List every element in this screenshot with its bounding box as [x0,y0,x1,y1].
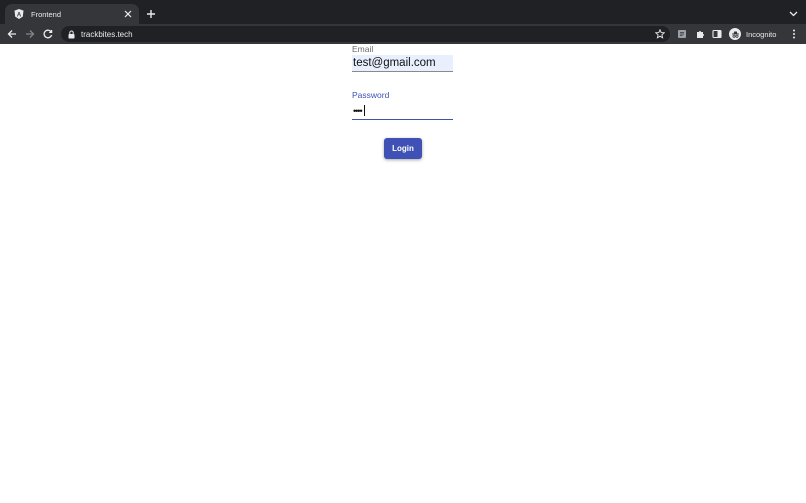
url-text: trackbites.tech [81,29,133,39]
extension-notes-icon[interactable] [675,27,689,41]
password-label: Password [352,90,390,100]
incognito-profile-button[interactable]: Incognito [729,27,776,41]
incognito-avatar-icon [729,28,741,40]
password-value: •••• [353,105,363,116]
forward-arrow-icon[interactable] [23,27,37,41]
tab-search-chevron-down-icon[interactable] [786,7,800,21]
address-bar[interactable]: trackbites.tech [61,26,670,42]
bookmark-star-icon[interactable] [654,28,666,40]
lock-icon[interactable] [67,30,75,39]
angular-favicon-icon: A [13,8,25,20]
password-input[interactable]: •••• [352,102,453,120]
new-tab-icon[interactable] [144,7,158,21]
back-arrow-icon[interactable] [5,27,19,41]
tab-title: Frontend [31,9,62,19]
svg-text:A: A [17,12,22,18]
reload-icon[interactable] [41,27,55,41]
extensions-puzzle-icon[interactable] [693,27,707,41]
browser-tab-strip: A Frontend [0,0,806,24]
password-form-field: Password •••• [352,90,453,120]
text-caret [363,105,365,116]
close-tab-icon[interactable] [122,8,134,20]
page-content: Email test@gmail.com Password •••• Login [0,44,806,503]
email-label: Email [352,44,374,54]
email-value: test@gmail.com [353,57,436,69]
browser-toolbar: trackbites.tech Incognito [0,24,806,44]
incognito-label: Incognito [746,29,777,39]
email-input[interactable]: test@gmail.com [352,55,453,72]
login-button[interactable]: Login [384,138,422,159]
side-panel-icon[interactable] [710,27,724,41]
browser-tab[interactable]: A Frontend [5,4,139,24]
kebab-menu-icon[interactable] [787,27,801,41]
email-form-field: Email test@gmail.com [352,44,453,72]
